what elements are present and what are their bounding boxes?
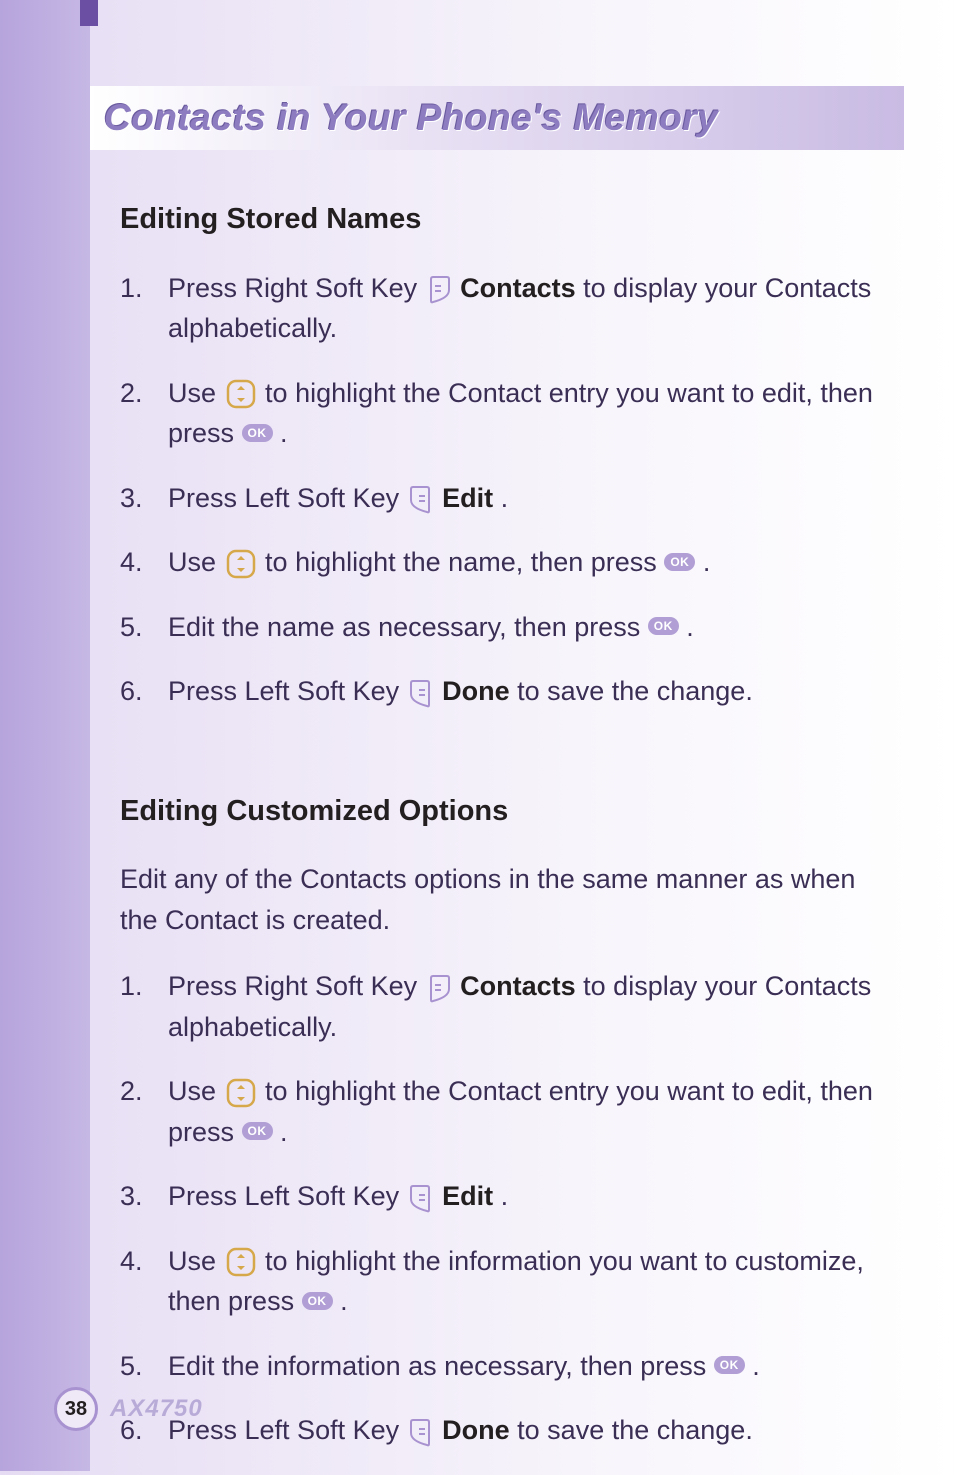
navigation-key-icon [226,549,256,579]
ok-key-icon: OK [664,553,695,571]
step-item: Use to highlight the name, then press OK… [120,542,894,583]
step-item: Use to highlight the Contact entry you w… [120,1071,894,1152]
ok-key-icon: OK [242,1122,273,1140]
step-item: Press Left Soft Key Edit . [120,1176,894,1217]
step-item: Press Left Soft Key Edit . [120,478,894,519]
step-item: Press Right Soft Key Contacts to display… [120,966,894,1047]
section-heading-1: Editing Stored Names [120,198,894,242]
ok-key-icon: OK [302,1292,333,1310]
ok-key-icon: OK [648,617,679,635]
section1-steps: Press Right Soft Key Contacts to display… [120,268,894,712]
left-soft-key-icon [409,1418,433,1446]
chapter-title: Contacts in Your Phone's Memory [104,97,718,139]
chapter-title-bar: Contacts in Your Phone's Memory [90,86,904,150]
section2-steps: Press Right Soft Key Contacts to display… [120,966,894,1451]
step-text: . [686,612,694,642]
step-bold: Contacts [460,971,576,1001]
step-text: . [340,1286,348,1316]
model-label: AX4750 [110,1395,203,1423]
step-text: . [703,547,711,577]
step-text: Press Left Soft Key [168,676,407,706]
step-text: . [501,1181,509,1211]
ok-key-icon: OK [242,424,273,442]
step-text: Press Left Soft Key [168,1415,407,1445]
step-text: Edit the name as necessary, then press [168,612,648,642]
step-text: to highlight the Contact entry you want … [168,1076,873,1147]
step-text: Press Right Soft Key [168,971,425,1001]
top-tab-accent [80,0,98,26]
step-item: Press Right Soft Key Contacts to display… [120,268,894,349]
step-text: to save the change. [517,676,753,706]
step-text: . [752,1351,760,1381]
navigation-key-icon [226,379,256,409]
step-item: Edit the name as necessary, then press O… [120,607,894,648]
step-item: Press Left Soft Key Done to save the cha… [120,671,894,712]
right-soft-key-icon [427,974,451,1002]
step-text: Press Right Soft Key [168,273,425,303]
step-text: . [280,418,288,448]
step-text: Edit the information as necessary, then … [168,1351,714,1381]
left-soft-key-icon [409,679,433,707]
step-bold: Contacts [460,273,576,303]
right-soft-key-icon [427,275,451,303]
step-bold: Edit [442,483,493,513]
section2-intro: Edit any of the Contacts options in the … [120,859,894,940]
step-text: to highlight the information you want to… [168,1246,864,1317]
step-text: Press Left Soft Key [168,483,407,513]
step-item: Use to highlight the Contact entry you w… [120,373,894,454]
left-soft-key-icon [409,485,433,513]
step-item: Edit the information as necessary, then … [120,1346,894,1387]
step-text: to highlight the name, then press [265,547,664,577]
step-text: Press Left Soft Key [168,1181,407,1211]
step-text: to save the change. [517,1415,753,1445]
step-text: Use [168,547,224,577]
step-text: . [280,1117,288,1147]
step-item: Use to highlight the information you wan… [120,1241,894,1322]
step-text: to highlight the Contact entry you want … [168,378,873,449]
page-number-badge: 38 [54,1387,98,1431]
step-text: . [501,483,509,513]
step-bold: Edit [442,1181,493,1211]
step-text: Use [168,1246,224,1276]
navigation-key-icon [226,1247,256,1277]
step-item: Press Left Soft Key Done to save the cha… [120,1410,894,1451]
step-text: Use [168,1076,224,1106]
section-heading-2: Editing Customized Options [120,790,894,834]
navigation-key-icon [226,1078,256,1108]
page-footer: 38 AX4750 [54,1387,203,1431]
page-content: Editing Stored Names Press Right Soft Ke… [120,178,894,1475]
left-sidebar [0,0,90,1471]
left-soft-key-icon [409,1184,433,1212]
step-bold: Done [442,1415,510,1445]
step-bold: Done [442,676,510,706]
ok-key-icon: OK [714,1356,745,1374]
step-text: Use [168,378,224,408]
